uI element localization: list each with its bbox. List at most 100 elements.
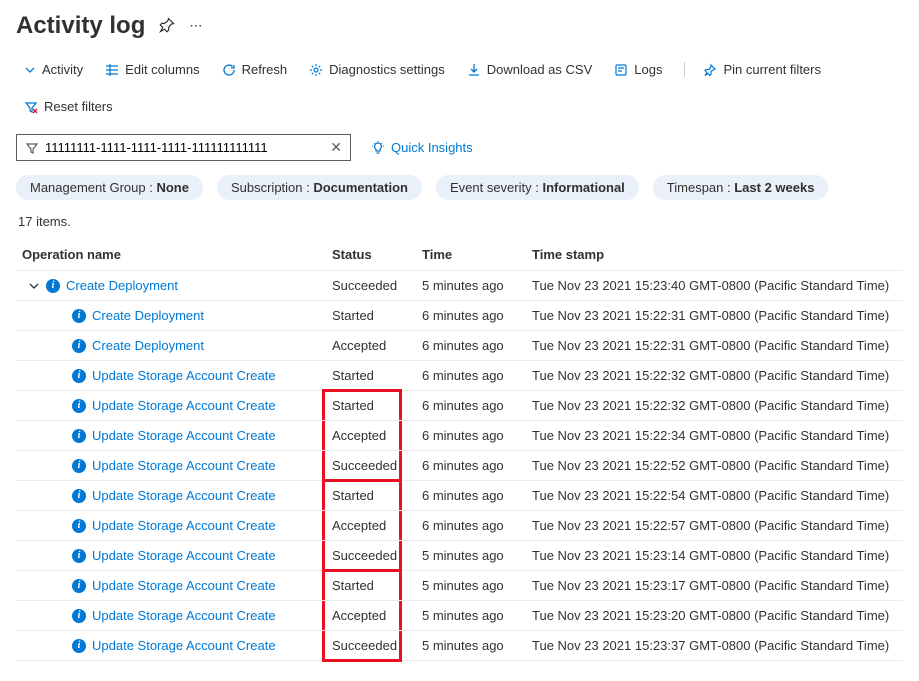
time-cell: 6 minutes ago — [416, 511, 526, 541]
time-cell: 6 minutes ago — [416, 391, 526, 421]
operation-link[interactable]: Update Storage Account Create — [92, 608, 276, 623]
time-cell: 6 minutes ago — [416, 301, 526, 331]
activity-dropdown[interactable]: Activity — [24, 62, 83, 77]
reset-filters-button[interactable]: Reset filters — [24, 99, 113, 114]
info-icon: i — [72, 489, 86, 503]
status-cell: Succeeded — [326, 631, 416, 661]
status-cell: Accepted — [326, 331, 416, 361]
info-icon: i — [72, 549, 86, 563]
timestamp-cell: Tue Nov 23 2021 15:22:32 GMT-0800 (Pacif… — [526, 391, 903, 421]
chevron-down-icon[interactable] — [28, 281, 40, 291]
operation-link[interactable]: Update Storage Account Create — [92, 428, 276, 443]
pill-event-severity[interactable]: Event severity : Informational — [436, 175, 639, 200]
timestamp-cell: Tue Nov 23 2021 15:22:52 GMT-0800 (Pacif… — [526, 451, 903, 481]
filter-reset-icon — [24, 100, 38, 114]
info-icon: i — [72, 339, 86, 353]
time-cell: 6 minutes ago — [416, 421, 526, 451]
timestamp-cell: Tue Nov 23 2021 15:22:57 GMT-0800 (Pacif… — [526, 511, 903, 541]
table-row[interactable]: iUpdate Storage Account CreateStarted6 m… — [16, 481, 903, 511]
pill-subscription[interactable]: Subscription : Documentation — [217, 175, 422, 200]
col-time[interactable]: Time — [416, 239, 526, 271]
status-cell: Started — [326, 391, 416, 421]
table-row[interactable]: iUpdate Storage Account CreateAccepted5 … — [16, 601, 903, 631]
table-row[interactable]: i Create Deployment Accepted6 minutes agoT… — [16, 331, 903, 361]
col-operation[interactable]: Operation name — [16, 239, 326, 271]
pill-management-group[interactable]: Management Group : None — [16, 175, 203, 200]
page-title: Activity log — [16, 12, 145, 40]
pin-icon — [703, 63, 717, 77]
timestamp-cell: Tue Nov 23 2021 15:23:37 GMT-0800 (Pacif… — [526, 631, 903, 661]
info-icon: i — [72, 639, 86, 653]
info-icon: i — [72, 519, 86, 533]
refresh-button[interactable]: Refresh — [222, 62, 288, 77]
operation-link[interactable]: Update Storage Account Create — [92, 488, 276, 503]
col-timestamp[interactable]: Time stamp — [526, 239, 903, 271]
timestamp-cell: Tue Nov 23 2021 15:23:40 GMT-0800 (Pacif… — [526, 271, 903, 301]
pin-filters-button[interactable]: Pin current filters — [684, 62, 821, 77]
timestamp-cell: Tue Nov 23 2021 15:23:14 GMT-0800 (Pacif… — [526, 541, 903, 571]
status-cell: Accepted — [326, 421, 416, 451]
table-row[interactable]: i Update Storage Account Create Accepted6 … — [16, 511, 903, 541]
logs-button[interactable]: Logs — [614, 62, 662, 77]
operation-link[interactable]: Update Storage Account Create — [92, 458, 276, 473]
col-status[interactable]: Status — [326, 239, 416, 271]
item-count: 17 items. — [18, 214, 903, 229]
filter-icon — [25, 141, 39, 155]
table-row[interactable]: iUpdate Storage Account CreateStarted6 m… — [16, 361, 903, 391]
table-row[interactable]: iCreate DeploymentStarted6 minutes agoTu… — [16, 301, 903, 331]
table-row[interactable]: i Update Storage Account Create Started6 m… — [16, 391, 903, 421]
operation-link[interactable]: Create Deployment — [92, 338, 204, 353]
timestamp-cell: Tue Nov 23 2021 15:22:31 GMT-0800 (Pacif… — [526, 301, 903, 331]
table-row[interactable]: iUpdate Storage Account CreateSucceeded5… — [16, 541, 903, 571]
time-cell: 6 minutes ago — [416, 331, 526, 361]
status-cell: Succeeded — [326, 271, 416, 301]
operation-link[interactable]: Update Storage Account Create — [92, 578, 276, 593]
edit-columns-button[interactable]: Edit columns — [105, 62, 199, 77]
diagnostics-button[interactable]: Diagnostics settings — [309, 62, 445, 77]
table-row[interactable]: iUpdate Storage Account CreateStarted5 m… — [16, 571, 903, 601]
time-cell: 5 minutes ago — [416, 601, 526, 631]
status-cell: Accepted — [326, 601, 416, 631]
time-cell: 6 minutes ago — [416, 451, 526, 481]
status-cell: Accepted — [326, 511, 416, 541]
time-cell: 5 minutes ago — [416, 271, 526, 301]
timestamp-cell: Tue Nov 23 2021 15:22:31 GMT-0800 (Pacif… — [526, 331, 903, 361]
chevron-down-icon — [24, 64, 36, 76]
timestamp-cell: Tue Nov 23 2021 15:22:54 GMT-0800 (Pacif… — [526, 481, 903, 511]
info-icon: i — [72, 579, 86, 593]
clear-search-icon[interactable]: ✕ — [330, 139, 342, 156]
time-cell: 6 minutes ago — [416, 361, 526, 391]
status-cell: Started — [326, 481, 416, 511]
gear-icon — [309, 63, 323, 77]
refresh-icon — [222, 63, 236, 77]
operation-link[interactable]: Update Storage Account Create — [92, 398, 276, 413]
operation-link[interactable]: Update Storage Account Create — [92, 368, 276, 383]
operation-link[interactable]: Create Deployment — [66, 278, 178, 293]
status-cell: Started — [326, 361, 416, 391]
table-row[interactable]: i Update Storage Account Create Succeeded5… — [16, 631, 903, 661]
timestamp-cell: Tue Nov 23 2021 15:23:20 GMT-0800 (Pacif… — [526, 601, 903, 631]
pill-timespan[interactable]: Timespan : Last 2 weeks — [653, 175, 829, 200]
status-cell: Started — [326, 571, 416, 601]
table-row[interactable]: iCreate DeploymentSucceeded5 minutes ago… — [16, 271, 903, 301]
operation-link[interactable]: Create Deployment — [92, 308, 204, 323]
download-button[interactable]: Download as CSV — [467, 62, 593, 77]
columns-icon — [105, 63, 119, 77]
pin-icon[interactable] — [159, 17, 175, 36]
info-icon: i — [72, 399, 86, 413]
time-cell: 5 minutes ago — [416, 541, 526, 571]
time-cell: 5 minutes ago — [416, 631, 526, 661]
quick-insights-button[interactable]: Quick Insights — [371, 140, 473, 155]
search-input[interactable] — [45, 140, 324, 155]
search-input-wrapper[interactable]: ✕ — [16, 134, 351, 161]
timestamp-cell: Tue Nov 23 2021 15:22:32 GMT-0800 (Pacif… — [526, 361, 903, 391]
status-cell: Succeeded — [326, 451, 416, 481]
table-row[interactable]: iUpdate Storage Account CreateAccepted6 … — [16, 421, 903, 451]
operation-link[interactable]: Update Storage Account Create — [92, 548, 276, 563]
table-row[interactable]: i Update Storage Account Create Succeeded6… — [16, 451, 903, 481]
more-icon[interactable]: ⋯ — [189, 18, 204, 34]
operation-link[interactable]: Update Storage Account Create — [92, 518, 276, 533]
info-icon: i — [72, 309, 86, 323]
operation-link[interactable]: Update Storage Account Create — [92, 638, 276, 653]
info-icon: i — [72, 459, 86, 473]
